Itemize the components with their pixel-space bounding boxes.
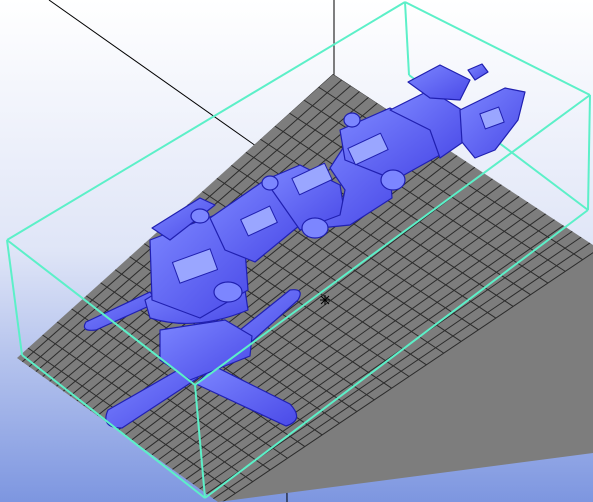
pivot-cross-icon	[320, 295, 330, 305]
viewport-canvas[interactable]	[0, 0, 593, 502]
3d-model-viewport[interactable]	[0, 0, 593, 502]
